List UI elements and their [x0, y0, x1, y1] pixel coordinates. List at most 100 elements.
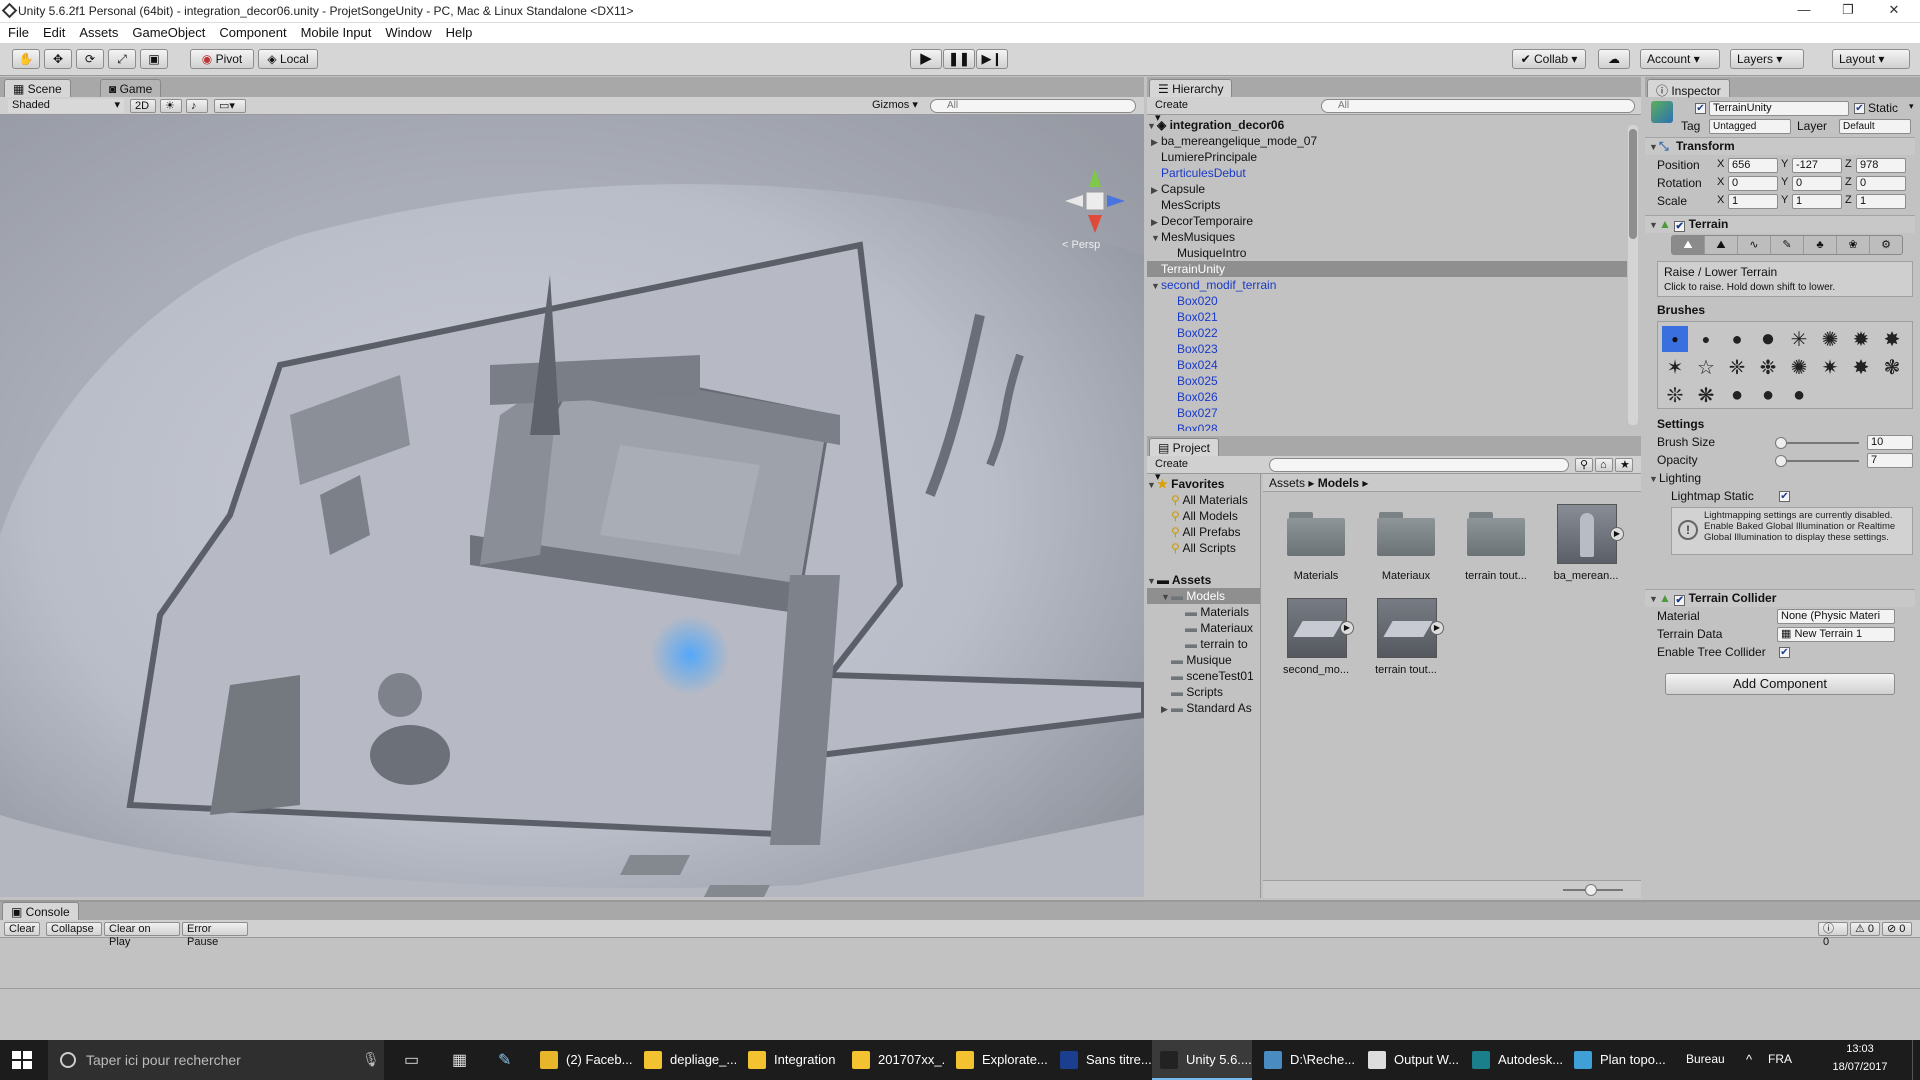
- audio-toggle-icon[interactable]: ♪: [186, 99, 208, 113]
- opacity-slider-thumb[interactable]: [1775, 455, 1788, 467]
- collab-button[interactable]: ✔ Collab ▾: [1512, 49, 1586, 69]
- hierarchy-item[interactable]: Box028: [1147, 421, 1627, 431]
- brush-option[interactable]: ●: [1662, 326, 1688, 352]
- scale-z-field[interactable]: 1: [1856, 194, 1906, 209]
- rect-tool-icon[interactable]: ▣: [140, 49, 168, 69]
- asset-item[interactable]: Materiaux: [1365, 504, 1447, 588]
- favorite-item[interactable]: ⚲ All Materials: [1147, 492, 1260, 508]
- microphone-icon[interactable]: 🎙: [362, 1051, 380, 1068]
- taskbar-app[interactable]: depliage_...: [636, 1040, 736, 1080]
- tab-hierarchy[interactable]: ☰ Hierarchy: [1149, 79, 1233, 97]
- hierarchy-item[interactable]: MusiqueIntro: [1147, 245, 1627, 261]
- pause-icon[interactable]: ❚❚: [943, 49, 975, 69]
- position-z-field[interactable]: 978: [1856, 158, 1906, 173]
- hierarchy-item[interactable]: ▼second_modif_terrain: [1147, 277, 1627, 293]
- pivot-button[interactable]: ◉ Pivot: [190, 49, 254, 69]
- project-tree-item[interactable]: ▬ Scripts: [1147, 684, 1260, 700]
- brush-option[interactable]: ✷: [1817, 354, 1843, 380]
- lightmap-static-checkbox[interactable]: ✔: [1779, 491, 1790, 502]
- hierarchy-item[interactable]: ParticulesDebut: [1147, 165, 1627, 181]
- play-icon[interactable]: ▶: [910, 49, 942, 69]
- position-y-field[interactable]: -127: [1792, 158, 1842, 173]
- paint-height-tool-icon[interactable]: ⛰: [1704, 236, 1737, 254]
- brush-option[interactable]: ✶: [1662, 354, 1688, 380]
- brush-option[interactable]: ✺: [1817, 326, 1843, 352]
- hierarchy-item[interactable]: Box027: [1147, 405, 1627, 421]
- hierarchy-item[interactable]: ▶ Capsule: [1147, 181, 1627, 197]
- tree-arrow-icon[interactable]: ▼: [1151, 230, 1161, 246]
- hierarchy-item[interactable]: MesScripts: [1147, 197, 1627, 213]
- brush-option[interactable]: ✹: [1848, 326, 1874, 352]
- brush-size-field[interactable]: 10: [1867, 435, 1913, 450]
- account-dropdown[interactable]: Account ▾: [1640, 49, 1720, 69]
- brush-option[interactable]: ❃: [1879, 354, 1905, 380]
- taskbar-app[interactable]: Integration: [740, 1040, 840, 1080]
- place-trees-tool-icon[interactable]: ♣: [1803, 236, 1836, 254]
- taskbar-app[interactable]: Sans titre...: [1052, 1040, 1152, 1080]
- local-button[interactable]: ◈ Local: [258, 49, 318, 69]
- favorite-item[interactable]: ⚲ All Scripts: [1147, 540, 1260, 556]
- show-desktop-button[interactable]: [1912, 1040, 1920, 1080]
- tab-project[interactable]: ▤ Project: [1149, 438, 1220, 456]
- rotate-tool-icon[interactable]: ⟳: [76, 49, 104, 69]
- pinned-app-icon[interactable]: ▦: [452, 1050, 467, 1070]
- taskbar-search-box[interactable]: Taper ici pour rechercher 🎙: [48, 1040, 384, 1080]
- step-icon[interactable]: ▶❙: [976, 49, 1008, 69]
- brush-option[interactable]: ●: [1786, 382, 1812, 408]
- zoom-slider-thumb[interactable]: [1585, 884, 1597, 896]
- tree-arrow-icon[interactable]: ▼: [1151, 278, 1161, 294]
- asset-item[interactable]: Materials: [1275, 504, 1357, 588]
- filter-type-icon[interactable]: ⚲: [1575, 458, 1593, 472]
- layer-dropdown[interactable]: Default: [1839, 119, 1911, 134]
- hand-tool-icon[interactable]: ✋: [12, 49, 40, 69]
- raise-lower-tool-icon[interactable]: ⛰: [1672, 236, 1704, 254]
- menu-component[interactable]: Component: [211, 23, 292, 40]
- brush-option[interactable]: ❉: [1755, 354, 1781, 380]
- rotation-x-field[interactable]: 0: [1728, 176, 1778, 191]
- project-tree-item[interactable]: ▬ Materials: [1147, 604, 1260, 620]
- menu-edit[interactable]: Edit: [35, 23, 71, 40]
- rotation-z-field[interactable]: 0: [1856, 176, 1906, 191]
- console-collapse-button[interactable]: Collapse: [46, 922, 102, 936]
- tray-chevron-icon[interactable]: ^: [1746, 1052, 1752, 1067]
- hierarchy-item[interactable]: Box023: [1147, 341, 1627, 357]
- hierarchy-scroll-thumb[interactable]: [1629, 129, 1637, 239]
- tab-scene[interactable]: ▦ Scene: [4, 79, 71, 97]
- brush-size-slider-track[interactable]: [1777, 442, 1859, 444]
- console-error-count[interactable]: ⊘ 0: [1882, 922, 1912, 936]
- lighting-foldout[interactable]: ▼Lighting: [1649, 471, 1701, 485]
- tag-dropdown[interactable]: Untagged: [1709, 119, 1791, 134]
- hierarchy-item[interactable]: ▶ ba_mereangelique_mode_07: [1147, 133, 1627, 149]
- pinned-app-2-icon[interactable]: ✎: [498, 1050, 511, 1070]
- minimize-button[interactable]: —: [1786, 2, 1822, 20]
- hierarchy-item[interactable]: Box026: [1147, 389, 1627, 405]
- hierarchy-item[interactable]: LumierePrincipale: [1147, 149, 1627, 165]
- move-tool-icon[interactable]: ✥: [44, 49, 72, 69]
- menu-gameobject[interactable]: GameObject: [124, 23, 211, 40]
- hierarchy-search-input[interactable]: All: [1321, 99, 1635, 113]
- rotation-y-field[interactable]: 0: [1792, 176, 1842, 191]
- collider-enabled-checkbox[interactable]: ✔: [1674, 595, 1686, 606]
- scale-tool-icon[interactable]: ⤢: [108, 49, 136, 69]
- hierarchy-item[interactable]: TerrainUnity: [1147, 261, 1627, 277]
- console-info-count[interactable]: ⓘ 0: [1818, 922, 1848, 948]
- taskbar-app[interactable]: 201707xx_...: [844, 1040, 944, 1080]
- lighting-toggle-icon[interactable]: ☀: [160, 99, 182, 113]
- brush-option[interactable]: ✸: [1879, 326, 1905, 352]
- menu-mobile-input[interactable]: Mobile Input: [293, 23, 378, 40]
- tab-game[interactable]: ◙ Game: [100, 79, 162, 97]
- smooth-height-tool-icon[interactable]: ∿: [1737, 236, 1770, 254]
- language-indicator[interactable]: FRA: [1768, 1052, 1792, 1066]
- project-search-input[interactable]: [1269, 458, 1569, 472]
- console-warning-count[interactable]: ⚠ 0: [1850, 922, 1880, 936]
- hierarchy-create-dropdown[interactable]: Create ▾: [1151, 99, 1195, 124]
- taskbar-app[interactable]: Explorate...: [948, 1040, 1048, 1080]
- asset-item[interactable]: ▶ ba_merean...: [1545, 504, 1627, 588]
- favorites-header[interactable]: ▼★ Favorites: [1147, 476, 1260, 492]
- terrain-header[interactable]: ▼▲ ✔ Terrain: [1645, 215, 1915, 233]
- asset-item[interactable]: ▶ second_mo...: [1275, 598, 1357, 682]
- favorite-item[interactable]: ⚲ All Prefabs: [1147, 524, 1260, 540]
- brush-option[interactable]: ●: [1724, 326, 1750, 352]
- layers-dropdown[interactable]: Layers ▾: [1730, 49, 1804, 69]
- scale-y-field[interactable]: 1: [1792, 194, 1842, 209]
